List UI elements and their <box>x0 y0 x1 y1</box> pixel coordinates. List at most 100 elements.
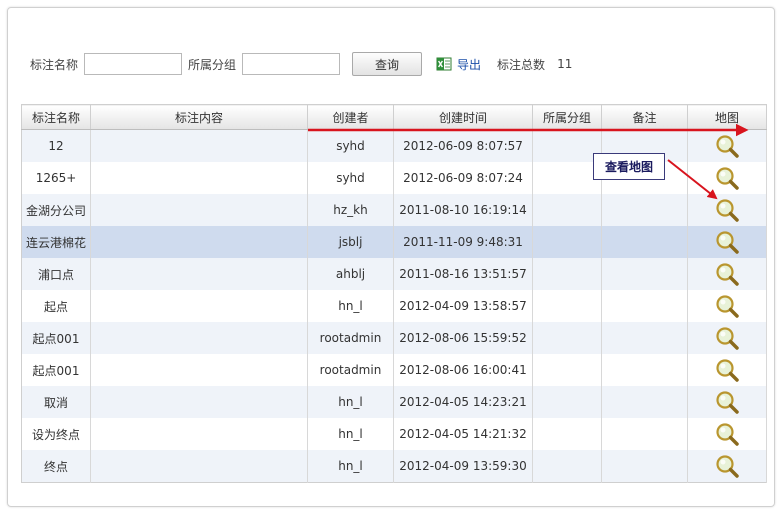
cell-creator: syhd <box>307 162 394 194</box>
cell-map <box>687 354 767 386</box>
total-count: 11 <box>557 57 573 71</box>
cell-group <box>532 354 602 386</box>
cell-note <box>601 226 688 258</box>
col-header[interactable]: 备注 <box>601 104 688 130</box>
table-body: 12 syhd 2012-06-09 8:07:57 1265+ syhd 2012-06… <box>21 129 767 483</box>
table-row[interactable]: 起点001 rootadmin 2012-08-06 15:59:52 <box>21 322 767 354</box>
cell-name: 终点 <box>21 450 91 483</box>
table-row[interactable]: 设为终点 hn_l 2012-04-05 14:21:32 <box>21 418 767 450</box>
table-row[interactable]: 连云港棉花 jsblj 2011-11-09 9:48:31 <box>21 226 767 258</box>
cell-content <box>90 226 308 258</box>
cell-time: 2012-06-09 8:07:57 <box>393 129 533 162</box>
cell-time: 2012-08-06 16:00:41 <box>393 354 533 386</box>
cell-note <box>601 194 688 226</box>
table-row[interactable]: 起点001 rootadmin 2012-08-06 16:00:41 <box>21 354 767 386</box>
export-label: 导出 <box>457 57 482 72</box>
cell-group <box>532 194 602 226</box>
cell-creator: hn_l <box>307 290 394 322</box>
table-row[interactable]: 金湖分公司 hz_kh 2011-08-10 16:19:14 <box>21 194 767 226</box>
col-header[interactable]: 标注内容 <box>90 104 308 130</box>
cell-map <box>687 386 767 418</box>
cell-content <box>90 322 308 354</box>
cell-map <box>687 450 767 483</box>
cell-note <box>601 450 688 483</box>
col-header[interactable]: 创建时间 <box>393 104 533 130</box>
table-row[interactable]: 取消 hn_l 2012-04-05 14:23:21 <box>21 386 767 418</box>
cell-creator: hn_l <box>307 418 394 450</box>
cell-name: 起点 <box>21 290 91 322</box>
magnifier-icon[interactable] <box>714 231 740 254</box>
cell-content <box>90 194 308 226</box>
magnifier-icon[interactable] <box>714 391 740 414</box>
magnifier-icon[interactable] <box>714 327 740 350</box>
cell-time: 2012-08-06 15:59:52 <box>393 322 533 354</box>
magnifier-icon[interactable] <box>714 359 740 382</box>
cell-creator: syhd <box>307 129 394 162</box>
cell-note <box>601 322 688 354</box>
col-header[interactable]: 地图 <box>687 104 767 130</box>
col-header[interactable]: 所属分组 <box>532 104 602 130</box>
cell-name: 1265+ <box>21 162 91 194</box>
cell-name: 金湖分公司 <box>21 194 91 226</box>
query-button[interactable]: 查询 <box>352 52 423 76</box>
cell-name: 12 <box>21 129 91 162</box>
magnifier-icon[interactable] <box>714 167 740 190</box>
cell-map <box>687 226 767 258</box>
cell-map <box>687 129 767 162</box>
cell-note <box>601 290 688 322</box>
name-input[interactable] <box>84 53 183 75</box>
magnifier-icon[interactable] <box>714 135 740 158</box>
cell-time: 2012-04-09 13:59:30 <box>393 450 533 483</box>
cell-group <box>532 226 602 258</box>
cell-creator: jsblj <box>307 226 394 258</box>
cell-time: 2012-06-09 8:07:24 <box>393 162 533 194</box>
table-row[interactable]: 终点 hn_l 2012-04-09 13:59:30 <box>21 450 767 483</box>
cell-content <box>90 354 308 386</box>
cell-group <box>532 290 602 322</box>
magnifier-icon[interactable] <box>714 263 740 286</box>
table-row[interactable]: 起点 hn_l 2012-04-09 13:58:57 <box>21 290 767 322</box>
cell-name: 连云港棉花 <box>21 226 91 258</box>
excel-icon <box>436 57 452 71</box>
cell-time: 2011-11-09 9:48:31 <box>393 226 533 258</box>
search-toolbar: 标注名称 所属分组 查询 导出 标注总数 11 <box>30 51 572 77</box>
magnifier-icon[interactable] <box>714 199 740 222</box>
cell-content <box>90 386 308 418</box>
cell-note <box>601 354 688 386</box>
cell-content <box>90 450 308 483</box>
total-label: 标注总数 <box>497 57 546 72</box>
cell-map <box>687 194 767 226</box>
cell-content <box>90 258 308 290</box>
cell-creator: ahblj <box>307 258 394 290</box>
cell-group <box>532 162 602 194</box>
export-link[interactable]: 导出 <box>436 56 481 73</box>
col-header[interactable]: 标注名称 <box>21 104 91 130</box>
cell-note <box>601 258 688 290</box>
cell-map <box>687 162 767 194</box>
magnifier-icon[interactable] <box>714 423 740 446</box>
table-header: 标注名称 标注内容 创建者 创建时间 所属分组 备注 地图 <box>21 104 767 130</box>
cell-time: 2012-04-05 14:23:21 <box>393 386 533 418</box>
table-row[interactable]: 浦口点 ahblj 2011-08-16 13:51:57 <box>21 258 767 290</box>
cell-content <box>90 162 308 194</box>
group-label: 所属分组 <box>188 57 237 72</box>
cell-map <box>687 290 767 322</box>
cell-note <box>601 386 688 418</box>
cell-time: 2012-04-09 13:58:57 <box>393 290 533 322</box>
magnifier-icon[interactable] <box>714 295 740 318</box>
cell-time: 2012-04-05 14:21:32 <box>393 418 533 450</box>
cell-group <box>532 450 602 483</box>
group-input[interactable] <box>242 53 341 75</box>
cell-group <box>532 322 602 354</box>
col-header[interactable]: 创建者 <box>307 104 394 130</box>
cell-content <box>90 129 308 162</box>
cell-group <box>532 386 602 418</box>
cell-map <box>687 418 767 450</box>
cell-time: 2011-08-10 16:19:14 <box>393 194 533 226</box>
cell-name: 起点001 <box>21 322 91 354</box>
cell-creator: hn_l <box>307 450 394 483</box>
cell-map <box>687 258 767 290</box>
cell-name: 取消 <box>21 386 91 418</box>
view-map-callout: 查看地图 <box>593 153 665 180</box>
magnifier-icon[interactable] <box>714 455 740 478</box>
